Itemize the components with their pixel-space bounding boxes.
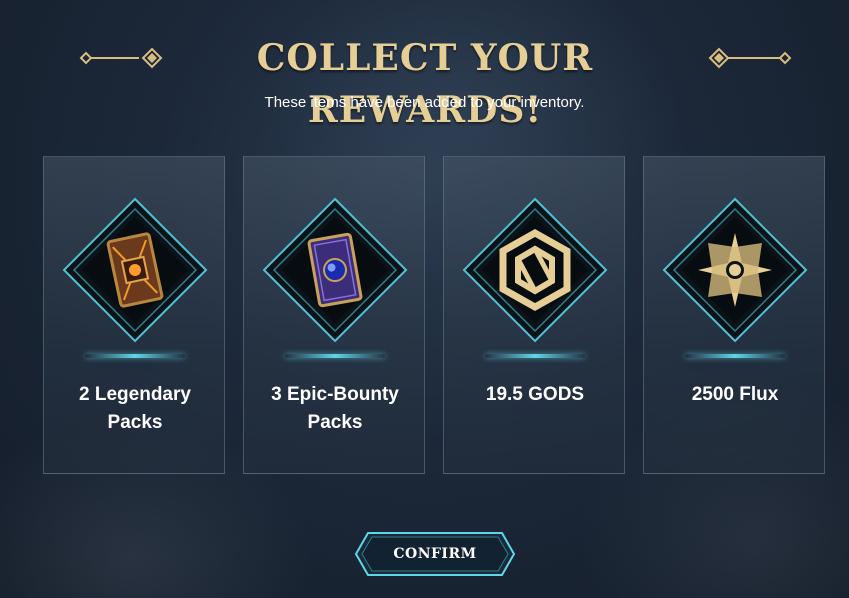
flux-star-icon	[662, 197, 808, 343]
glow-divider	[85, 354, 185, 358]
reward-label: 2500 Flux	[691, 384, 779, 405]
reward-emblem	[662, 197, 808, 343]
glow-divider	[685, 354, 785, 358]
header: COLLECT YOUR REWARDS!	[0, 32, 849, 131]
legendary-pack-icon	[62, 197, 208, 343]
confirm-button[interactable]: CONFIRM	[354, 531, 516, 577]
gods-token-icon	[462, 197, 608, 343]
subtitle: These items have been added to your inve…	[264, 94, 585, 111]
reward-card-flux: 2500 Flux	[643, 156, 825, 474]
reward-card-legendary-packs: 2 Legendary Packs	[43, 156, 225, 474]
reward-label: 2 Legendary Packs	[79, 384, 191, 433]
confirm-button-label: CONFIRM	[393, 546, 477, 562]
right-ornament-icon	[708, 47, 792, 69]
left-ornament-icon	[79, 47, 163, 69]
reward-emblem	[262, 197, 408, 343]
reward-emblem	[62, 197, 208, 343]
reward-card-gods: 19.5 GODS	[443, 156, 625, 474]
reward-card-epic-bounty-packs: 3 Epic-Bounty Packs	[243, 156, 425, 474]
glow-divider	[285, 354, 385, 358]
reward-label: 3 Epic-Bounty Packs	[271, 384, 399, 433]
page-title: COLLECT YOUR REWARDS!	[256, 37, 594, 131]
epic-bounty-pack-icon	[262, 197, 408, 343]
reward-emblem	[462, 197, 608, 343]
reward-label: 19.5 GODS	[485, 384, 585, 405]
glow-divider	[485, 354, 585, 358]
